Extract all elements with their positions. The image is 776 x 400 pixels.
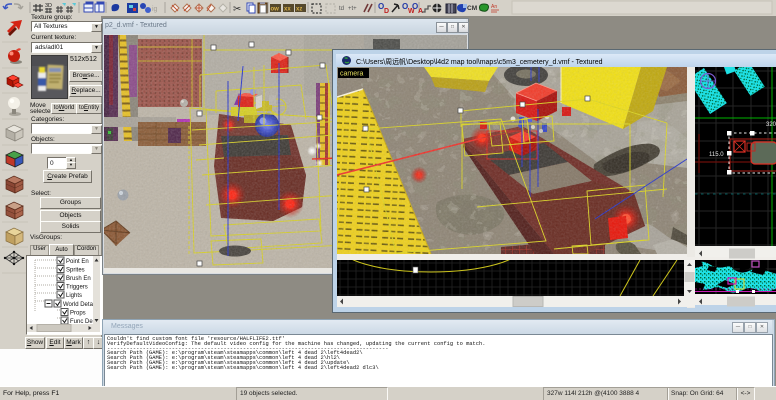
- svg-text:+t+: +t+: [348, 6, 357, 12]
- svg-text:xx: xx: [284, 7, 291, 13]
- svg-text:World Detail: World Detail: [63, 302, 96, 308]
- svg-text:An: An: [491, 4, 497, 10]
- svg-text:ig: ig: [152, 6, 158, 13]
- svg-text:320: 320: [766, 122, 776, 128]
- svg-text:camera: camera: [340, 71, 363, 78]
- svg-text:CM: CM: [467, 5, 477, 12]
- svg-text:Props: Props: [70, 311, 86, 317]
- svg-text:ow: ow: [271, 7, 280, 13]
- svg-text:3D: 3D: [45, 3, 52, 9]
- svg-text:Sprites: Sprites: [66, 268, 85, 274]
- svg-text:Brush En: Brush En: [66, 276, 91, 282]
- svg-text:xz: xz: [296, 7, 302, 13]
- svg-text:Triggers: Triggers: [66, 285, 88, 291]
- svg-text:td: td: [339, 6, 344, 12]
- svg-text:✂: ✂: [233, 4, 241, 15]
- svg-text:115.0: 115.0: [709, 152, 724, 158]
- svg-text:D: D: [384, 8, 389, 15]
- svg-text:Point En: Point En: [66, 259, 89, 265]
- svg-text:Lights: Lights: [66, 293, 82, 299]
